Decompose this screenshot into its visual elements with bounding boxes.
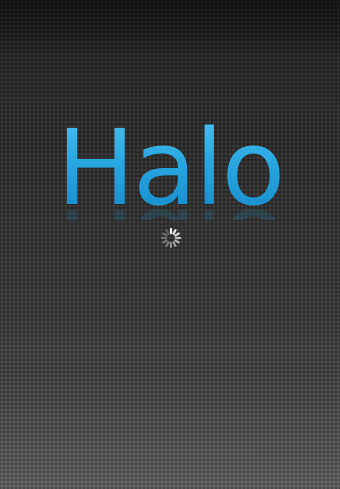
logo-reflection: Halo — [0, 190, 340, 220]
top-shade — [0, 0, 340, 60]
activity-spinner-icon — [160, 227, 182, 249]
splash-screen: Halo Halo — [0, 0, 340, 489]
